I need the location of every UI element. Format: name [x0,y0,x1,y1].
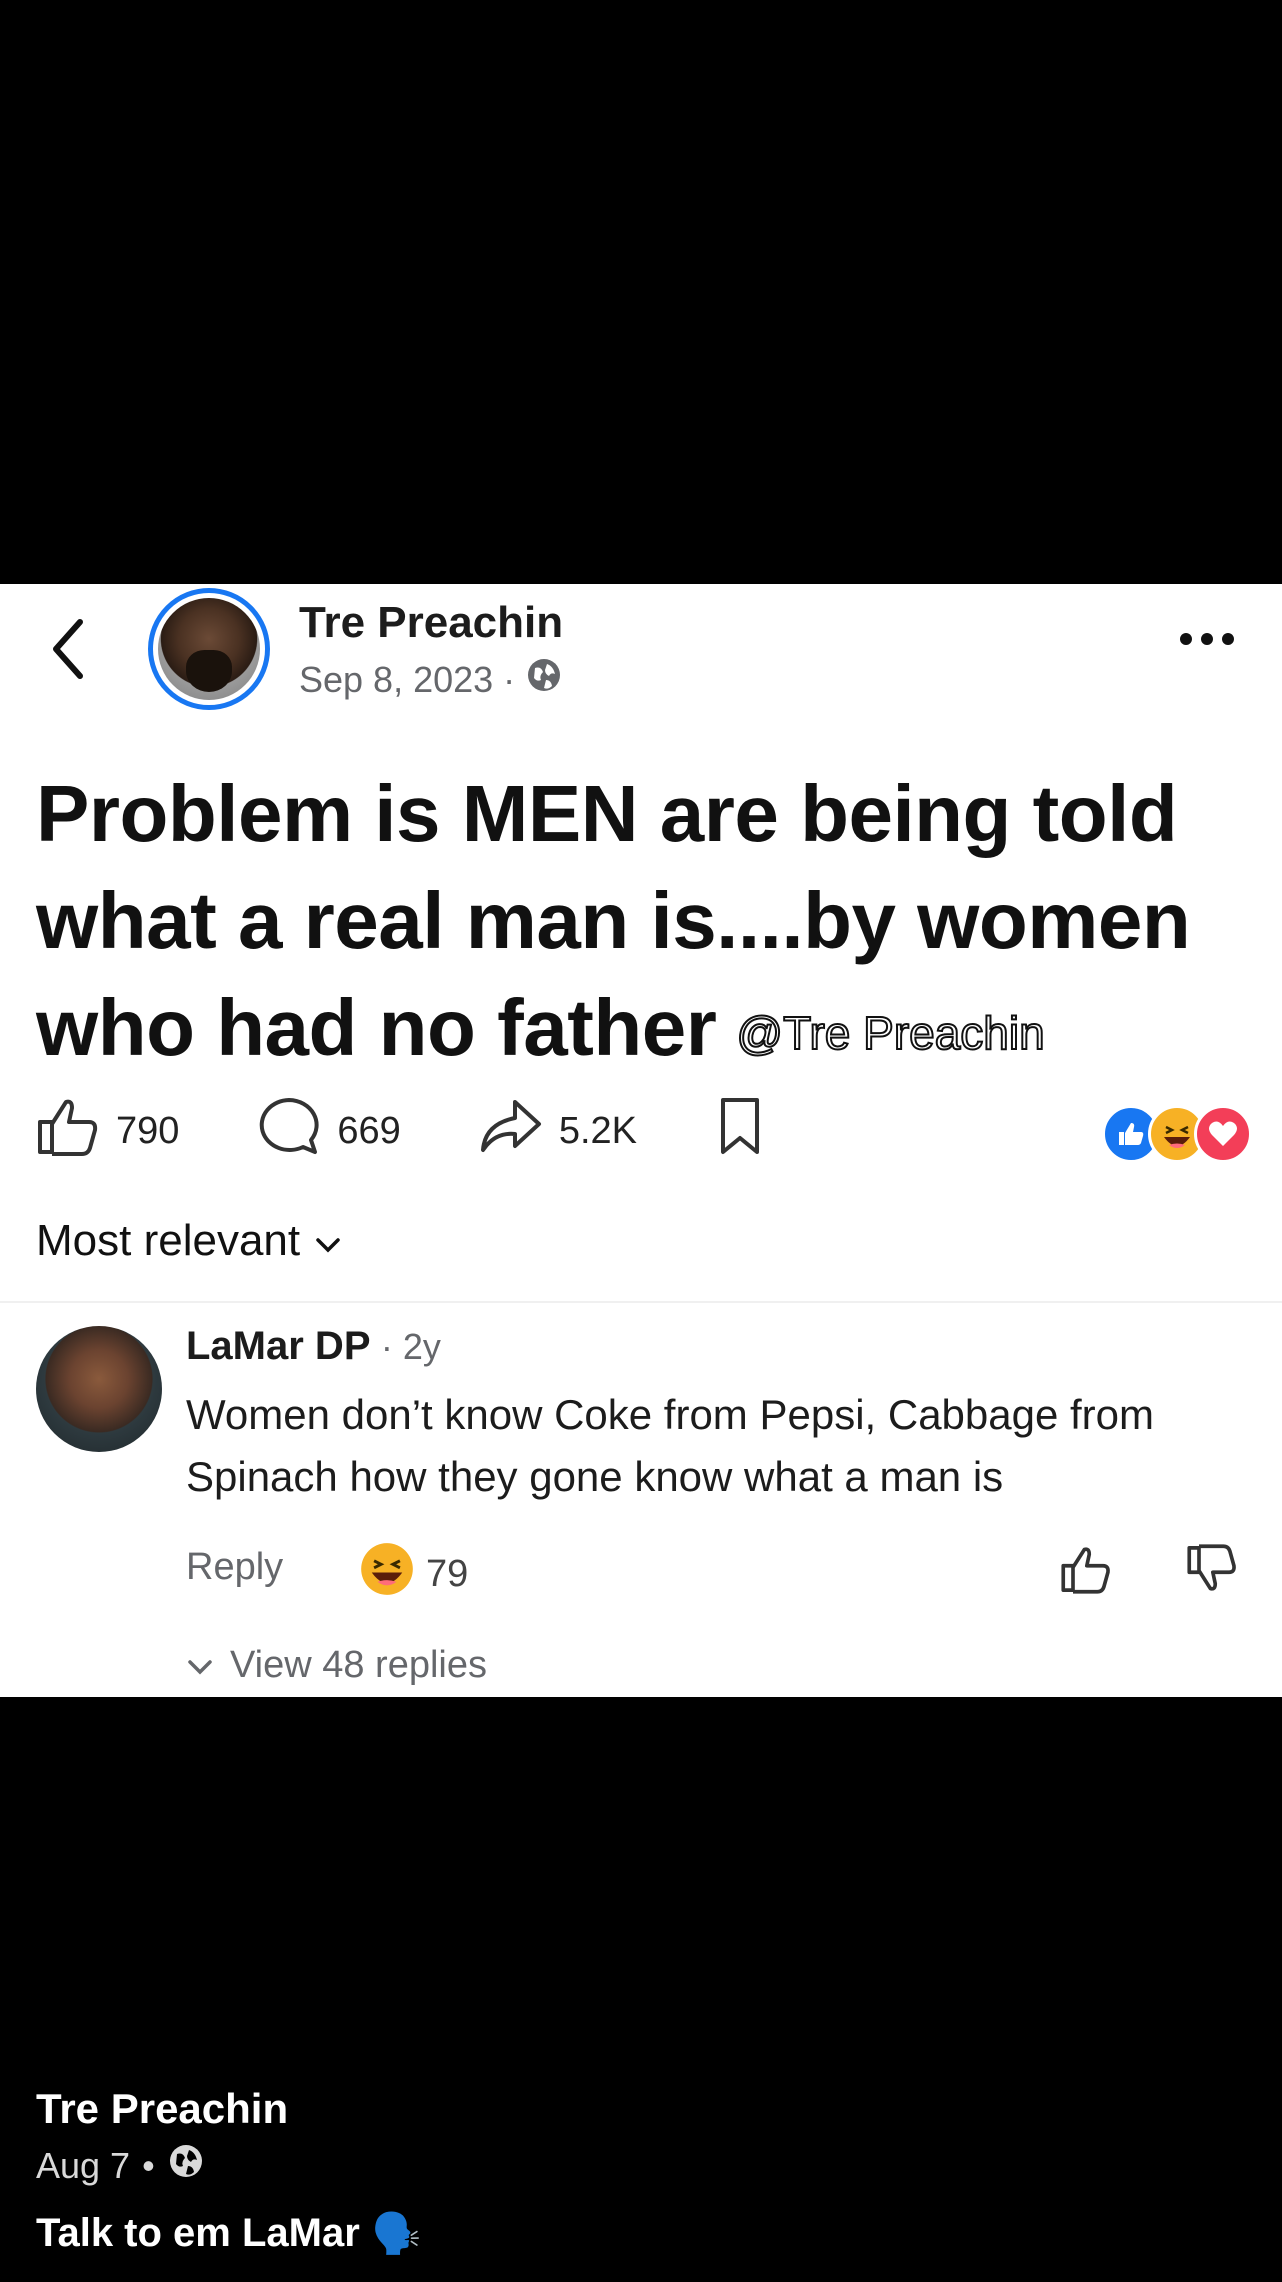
comment-button[interactable]: 669 [257,1096,401,1166]
post-text: Problem is MEN are being told what a rea… [36,760,1256,1087]
comment-sort-dropdown[interactable]: Most relevant [36,1216,342,1266]
post-screenshot-card: Tre Preachin Sep 8, 2023 · Problem is ME… [0,584,1282,1697]
sort-label: Most relevant [36,1216,301,1265]
view-replies-button[interactable]: View 48 replies [186,1644,487,1687]
author-avatar[interactable] [148,588,270,710]
comment-author-line: LaMar DP · 2y [186,1324,441,1369]
avatar-photo [158,598,260,700]
caption-dot: • [142,2144,155,2186]
post-actions: 790 669 5.2K [36,1096,843,1166]
caption-date: Aug 7 [36,2144,131,2186]
like-button[interactable]: 790 [36,1096,179,1166]
globe-icon [525,656,563,703]
share-count: 5.2K [558,1109,637,1152]
globe-icon [167,2142,205,2189]
love-reaction-icon [1194,1105,1252,1163]
caption-text: Talk to em LaMar [36,2211,360,2255]
save-button[interactable] [715,1096,765,1166]
comment-age: · 2y [380,1326,441,1367]
thumbs-up-icon [36,1096,100,1166]
like-count: 790 [116,1109,180,1152]
reply-button[interactable]: Reply [186,1546,283,1589]
comment-reaction-count: 79 [426,1552,469,1595]
caption-meta: Aug 7 • [36,2142,205,2189]
commenter-avatar[interactable] [36,1326,162,1452]
comment-author-name[interactable]: LaMar DP [186,1324,370,1368]
chevron-down-icon [186,1644,214,1687]
haha-reaction-icon [360,1542,414,1606]
share-arrow-icon [479,1096,543,1166]
section-divider [0,1301,1282,1303]
post-date: Sep 8, 2023 [299,658,494,700]
caption-text-line: Talk to em LaMar 🗣️ [36,2210,422,2257]
speaking-head-icon: 🗣️ [371,2212,422,2256]
bookmark-icon [715,1096,765,1166]
post-meta: Sep 8, 2023 · [299,656,563,703]
comment-bubble-icon [257,1096,321,1166]
view-replies-label: View 48 replies [230,1644,488,1686]
caption-author-name[interactable]: Tre Preachin [36,2085,288,2133]
chevron-down-icon [314,1216,342,1266]
reactions-summary[interactable] [1102,1105,1252,1163]
watermark: @Tre Preachin [735,1006,1045,1060]
post-author-name[interactable]: Tre Preachin [299,598,563,648]
share-button[interactable]: 5.2K [479,1096,637,1166]
more-dots-icon[interactable] [1172,624,1242,654]
comment-text: Women don’t know Coke from Pepsi, Cabbag… [186,1391,1155,1500]
comment-count: 669 [337,1109,401,1152]
back-chevron-icon[interactable] [40,614,100,684]
meta-separator: · [503,658,516,700]
thumbs-down-icon[interactable] [1186,1544,1238,1599]
comment-reaction-summary[interactable]: 79 [360,1542,468,1606]
thumbs-up-icon[interactable] [1060,1544,1112,1599]
